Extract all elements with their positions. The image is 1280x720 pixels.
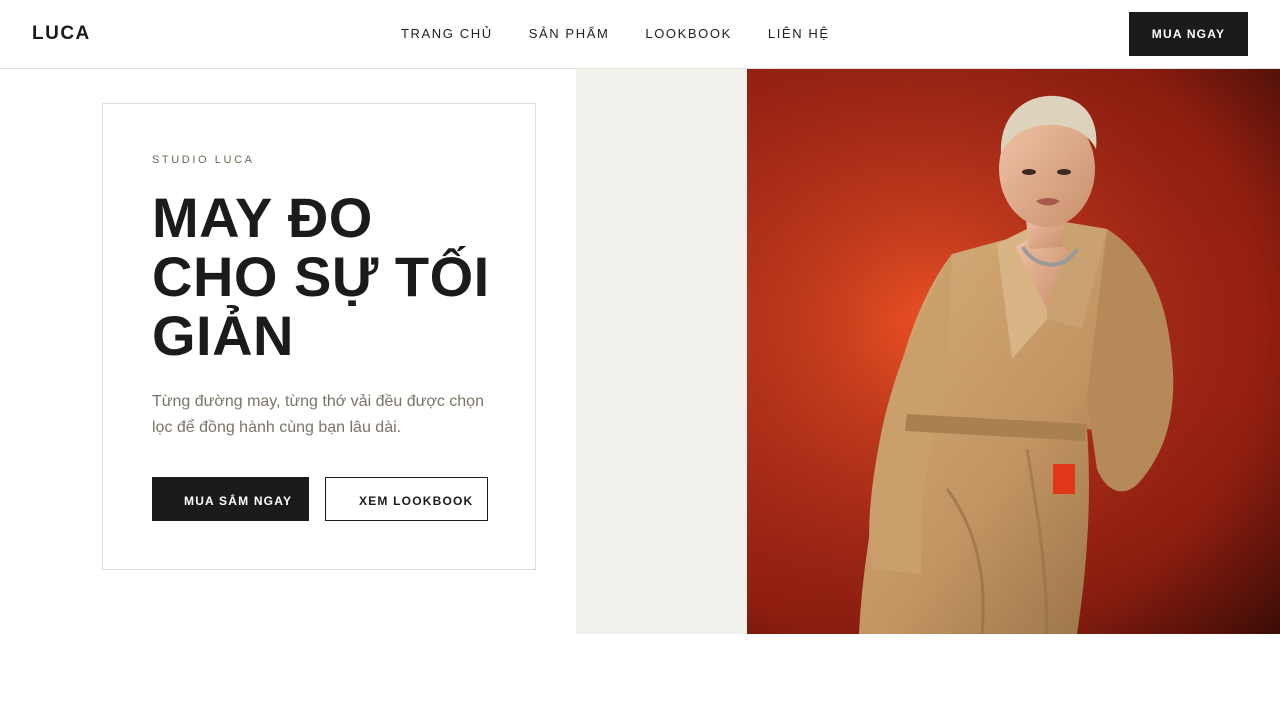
nav-link-contact[interactable]: LIÊN HỆ (768, 26, 830, 41)
model-in-trench-coat-photo (747, 69, 1280, 634)
hero-text-section: STUDIO LUCA MAY ĐO CHO SỰ TỐI GIẢN Từng … (0, 69, 576, 634)
view-lookbook-button[interactable]: XEM LOOKBOOK (325, 477, 488, 521)
headline-line-1: MAY ĐO (152, 186, 373, 249)
beige-panel (576, 69, 747, 634)
buy-now-button[interactable]: MUA NGAY (1129, 12, 1248, 56)
main-nav: TRANG CHỦ SẢN PHẨM LOOKBOOK LIÊN HỆ (401, 26, 866, 41)
nav-link-products[interactable]: SẢN PHẨM (529, 26, 610, 41)
hero-eyebrow: STUDIO LUCA (152, 154, 255, 166)
site-header: LUCA TRANG CHỦ SẢN PHẨM LOOKBOOK LIÊN HỆ… (0, 0, 1280, 69)
hero-card: STUDIO LUCA MAY ĐO CHO SỰ TỐI GIẢN Từng … (102, 103, 536, 570)
hero-photo (747, 69, 1280, 634)
hero-headline: MAY ĐO CHO SỰ TỐI GIẢN (152, 188, 512, 365)
shop-now-button[interactable]: MUA SẮM NGAY (152, 477, 309, 521)
headline-line-3: GIẢN (152, 304, 294, 367)
nav-link-home[interactable]: TRANG CHỦ (401, 26, 493, 41)
hero-description: Từng đường may, từng thớ vải đều được ch… (152, 393, 484, 436)
brand-logo[interactable]: LUCA (32, 23, 91, 45)
headline-line-2: CHO SỰ TỐI (152, 245, 490, 308)
nav-link-lookbook[interactable]: LOOKBOOK (645, 26, 732, 41)
